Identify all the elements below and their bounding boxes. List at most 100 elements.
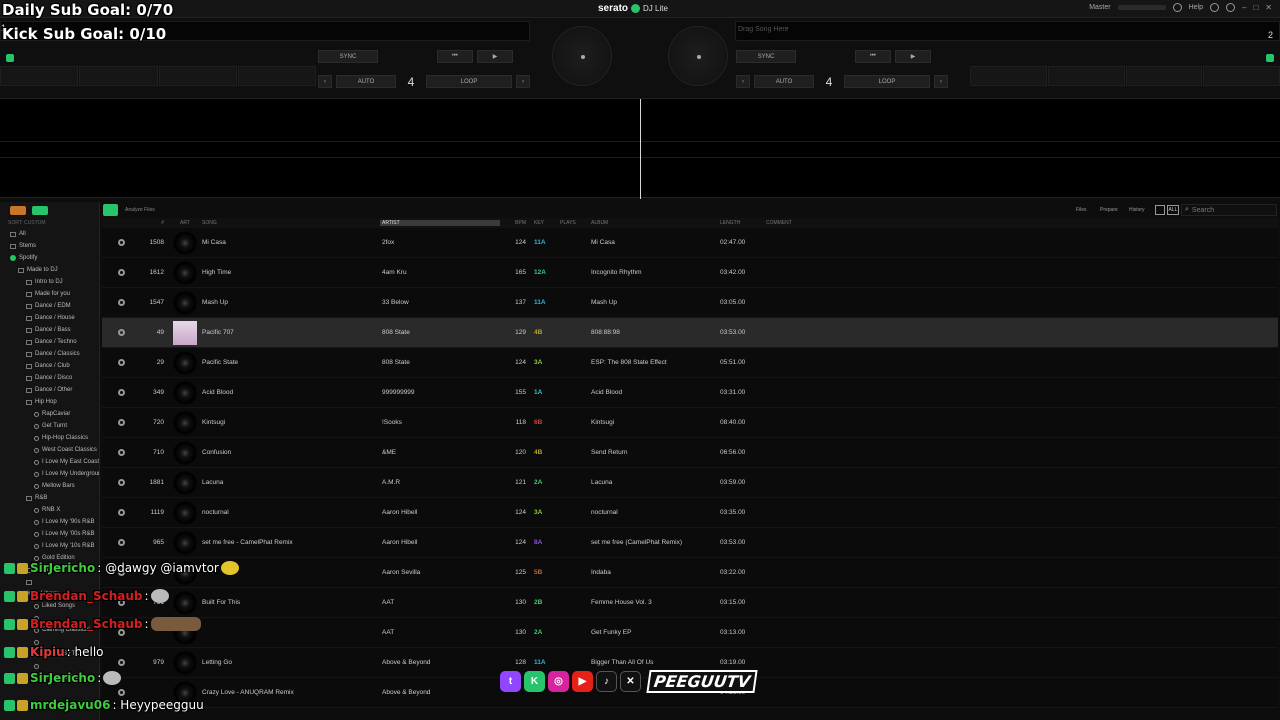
deck-2-play-button[interactable]: ▶: [895, 50, 931, 63]
deck-2-loop-right-button[interactable]: ›: [934, 75, 948, 88]
track-row[interactable]: 349 Acid Blood 999999999 155 1A Acid Blood 03:…: [102, 378, 1278, 408]
sidebar-item[interactable]: [0, 576, 99, 588]
track-album: Kintsugi: [591, 419, 615, 426]
sidebar-item[interactable]: I Love My '00s R&B: [0, 528, 99, 540]
deck-1-sync-button[interactable]: SYNC: [318, 50, 378, 63]
all-filter-button[interactable]: ALL: [1167, 205, 1179, 215]
track-row[interactable]: 1547 Mash Up 33 Below 137 11A Mash Up 03:05.00: [102, 288, 1278, 318]
deck-2-previous-button[interactable]: ⏮: [855, 50, 891, 63]
track-row[interactable]: 1119 nocturnal Aaron Hibell 124 3A nocturnal 0…: [102, 498, 1278, 528]
sidebar-item[interactable]: I Love My '10s R&B: [0, 540, 99, 552]
moon-icon[interactable]: [1172, 3, 1182, 12]
track-row[interactable]: 1881 Lacuna A.M.R 121 2A Lacuna 03:59.00: [102, 468, 1278, 498]
deck-2-loop-button[interactable]: LOOP: [844, 75, 930, 88]
sidebar-item[interactable]: Dance / Other: [0, 384, 99, 396]
kick-badge-icon: [4, 672, 15, 684]
sidebar-item[interactable]: Dance / Bass: [0, 324, 99, 336]
track-row[interactable]: 720 Kintsugi !Sooks 118 6B Kintsugi 08:40.00: [102, 408, 1278, 438]
plays-column-header[interactable]: PLAYS: [560, 220, 588, 226]
kick-icon: K: [524, 671, 545, 692]
track-row[interactable]: 1508 Mi Casa 2fox 124 11A Mi Casa 02:47.00: [102, 228, 1278, 258]
sidebar-item[interactable]: I Love My East Coast: [0, 456, 99, 468]
sidebar-item[interactable]: Made for you: [0, 288, 99, 300]
song-column-header[interactable]: SONG: [200, 220, 380, 226]
track-artist: 808 State: [382, 359, 410, 366]
deck-2-loop-left-button[interactable]: ‹: [736, 75, 750, 88]
length-column-header[interactable]: LENGTH: [716, 220, 766, 226]
track-row[interactable]: 1612 High Time 4am Kru 165 12A Incognito Rhyt…: [102, 258, 1278, 288]
vinyl-icon: [173, 230, 197, 255]
kick-badge-icon: [4, 590, 15, 602]
deck-1-platter[interactable]: [552, 26, 612, 86]
track-row[interactable]: AAT 130 2A Get Funky EP 03:13.00: [102, 618, 1278, 648]
track-album: Mi Casa: [591, 239, 615, 246]
sidebar-item[interactable]: Spotify: [0, 252, 99, 264]
track-row[interactable]: 751Built For ThisAAT1302BFemme House Vol…: [102, 588, 1278, 618]
deck-2-pads[interactable]: [970, 66, 1280, 86]
sidebar-item[interactable]: RapCaviar: [0, 408, 99, 420]
waveform-display[interactable]: [0, 98, 1280, 199]
minimize-icon[interactable]: –: [1242, 3, 1246, 12]
track-row[interactable]: 965 set me free - CamelPhat Remix Aaron Hi…: [102, 528, 1278, 558]
track-bpm: 129: [515, 329, 526, 336]
sidebar-item[interactable]: Get Turnt: [0, 420, 99, 432]
help-menu[interactable]: Help: [1189, 4, 1203, 11]
deck-1-play-button[interactable]: ▶: [477, 50, 513, 63]
track-artwork: [170, 410, 200, 435]
sidebar-item[interactable]: West Coast Classics: [0, 444, 99, 456]
number-column-header[interactable]: #: [140, 220, 170, 226]
sidebar-item[interactable]: I Love My '90s R&B: [0, 516, 99, 528]
comment-column-header[interactable]: COMMENT: [766, 220, 826, 226]
list-view-icon[interactable]: [103, 204, 118, 216]
history-button[interactable]: History: [1129, 207, 1145, 213]
deck-1-previous-button[interactable]: ⏮: [437, 50, 473, 63]
deck-2-track-slot[interactable]: [735, 21, 1280, 41]
maximize-icon[interactable]: □: [1253, 3, 1258, 12]
sidebar-item[interactable]: Mellow Bars: [0, 480, 99, 492]
key-column-header[interactable]: KEY: [530, 220, 560, 226]
deck-1-loop-right-button[interactable]: ›: [516, 75, 530, 88]
chat-message: SirJericho: @dawgy @iamvtor: [4, 561, 239, 575]
deck-1-auto-button[interactable]: AUTO: [336, 75, 396, 88]
files-button[interactable]: Files: [1076, 207, 1087, 213]
prepare-button[interactable]: Prepare: [1100, 207, 1118, 213]
sidebar-item[interactable]: Stems: [0, 240, 99, 252]
sidebar-item[interactable]: Dance / Classics: [0, 348, 99, 360]
track-row[interactable]: 49 Pacific 707 808 State 129 4B 808:88:98 03:5…: [102, 318, 1278, 348]
bpm-column-header[interactable]: BPM: [500, 220, 530, 226]
album-column-header[interactable]: ALBUM: [588, 220, 716, 226]
deck-1-loop-left-button[interactable]: ‹: [318, 75, 332, 88]
sidebar-item[interactable]: Intro to DJ: [0, 276, 99, 288]
sidebar-item[interactable]: Hip Hop: [0, 396, 99, 408]
sidebar-item[interactable]: Made to DJ: [0, 264, 99, 276]
sidebar-item[interactable]: Hip-Hop Classics: [0, 432, 99, 444]
sidebar-item[interactable]: Dance / Club: [0, 360, 99, 372]
analyze-files-button[interactable]: Analyze Files: [125, 207, 155, 213]
sidebar-item[interactable]: R&B: [0, 492, 99, 504]
deck-2-platter[interactable]: [668, 26, 728, 86]
gear-icon[interactable]: [1210, 3, 1219, 12]
deck-1-loop-button[interactable]: LOOP: [426, 75, 512, 88]
sidebar-item[interactable]: I Love My Underground: [0, 468, 99, 480]
deck-2-auto-button[interactable]: AUTO: [754, 75, 814, 88]
track-row[interactable]: 29 Pacific State 808 State 124 3A ESP: The 80…: [102, 348, 1278, 378]
sidebar-item[interactable]: RNB X: [0, 504, 99, 516]
deck-2-sync-button[interactable]: SYNC: [736, 50, 796, 63]
track-row[interactable]: Aaron Sevilla 125 5B Indaba 03:22.00: [102, 558, 1278, 588]
art-column-header[interactable]: ART: [170, 220, 200, 226]
track-status-icon: [102, 419, 140, 426]
deck-1-pads[interactable]: [0, 66, 316, 86]
sidebar-item[interactable]: Dance / House: [0, 312, 99, 324]
track-row[interactable]: 710 Confusion &ME 120 4B Send Return 06:56.00: [102, 438, 1278, 468]
sidebar-item[interactable]: Dance / Disco: [0, 372, 99, 384]
account-icon[interactable]: [1226, 3, 1235, 12]
album-view-icon[interactable]: [1155, 205, 1165, 215]
serato-dot-icon: [631, 4, 641, 13]
folder-icon: [26, 579, 32, 585]
close-icon[interactable]: ✕: [1265, 3, 1272, 12]
sidebar-item[interactable]: All: [0, 228, 99, 240]
sidebar-item[interactable]: Dance / EDM: [0, 300, 99, 312]
sidebar-item[interactable]: Dance / Techno: [0, 336, 99, 348]
search-field[interactable]: ⌕ Search: [1181, 204, 1277, 216]
artist-column-header[interactable]: ARTIST: [380, 220, 500, 226]
